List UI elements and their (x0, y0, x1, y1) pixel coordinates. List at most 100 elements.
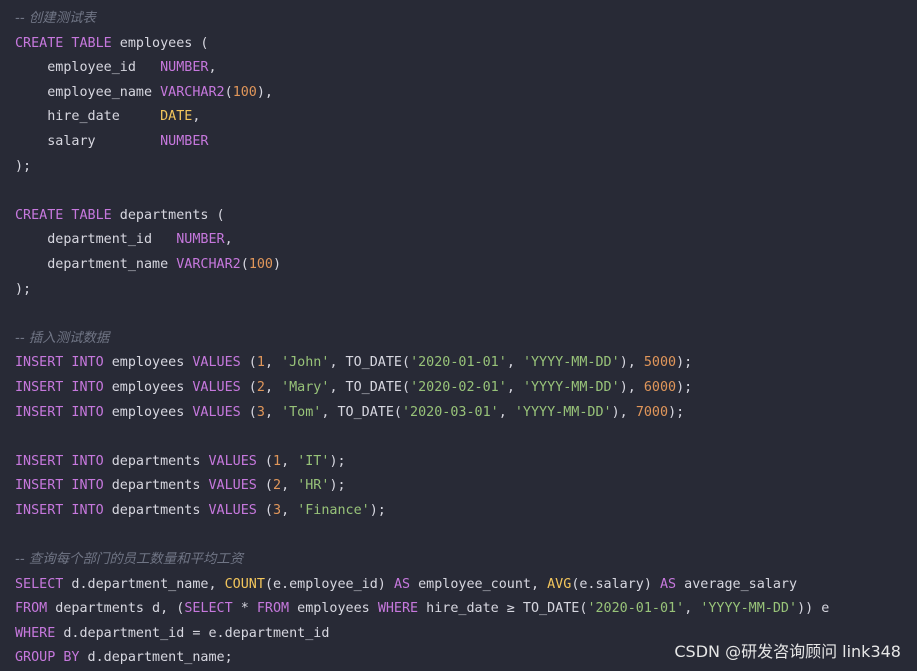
code-line: CREATE TABLE employees ( (15, 32, 829, 57)
identifier-token: average_salary (676, 576, 798, 592)
identifier-token: ); (369, 502, 386, 518)
number-literal-token: 7000 (635, 404, 669, 420)
identifier-token: departments ( (111, 207, 225, 223)
keyword-token: SELECT (184, 601, 233, 617)
identifier-token: ), (611, 404, 636, 420)
identifier-token: ) (273, 256, 282, 272)
identifier-token: , (192, 109, 201, 125)
identifier-token: employee_count, (410, 576, 548, 592)
keyword-token: FROM (15, 601, 48, 617)
keyword-token: VALUES (208, 478, 257, 494)
comment-token: -- 创建测试表 (15, 11, 96, 26)
keyword-token: VALUES (192, 404, 241, 420)
identifier-token: employees (103, 404, 193, 420)
identifier-token: d.department_name; (79, 650, 233, 666)
code-line: INSERT INTO departments VALUES (2, 'HR')… (15, 474, 829, 499)
identifier-token: ); (329, 453, 346, 469)
identifier-token: salary (15, 133, 161, 149)
code-line: employee_name VARCHAR2(100), (15, 81, 829, 106)
identifier-token: (e.employee_id) (264, 576, 394, 592)
string-literal-token: 'Mary' (281, 379, 330, 395)
code-line: ); (15, 278, 829, 303)
number-literal-token: 1 (273, 453, 282, 469)
identifier-token: ), (256, 84, 273, 100)
identifier-token: , (506, 355, 523, 371)
identifier-token: e (813, 601, 830, 617)
code-line: CREATE TABLE departments ( (15, 204, 829, 229)
keyword-token: NUMBER (160, 133, 209, 149)
identifier-token: ), (619, 379, 644, 395)
code-line: INSERT INTO employees VALUES (2, 'Mary',… (15, 376, 829, 401)
string-literal-token: 'YYYY-MM-DD' (514, 404, 612, 420)
identifier-token: (e.salary) (571, 576, 660, 592)
keyword-token: VALUES (192, 355, 241, 371)
string-literal-token: 'YYYY-MM-DD' (522, 355, 620, 371)
identifier-token: ( (256, 453, 273, 469)
identifier-token: , (281, 502, 298, 518)
number-literal-token: 1 (256, 355, 265, 371)
code-line: FROM departments d, (SELECT * FROM emplo… (15, 597, 829, 622)
identifier-token: ( (240, 355, 257, 371)
keyword-token: INSERT INTO (15, 453, 104, 469)
identifier-token: ( (224, 84, 233, 100)
identifier-token: d.department_id = e.department_id (55, 625, 330, 641)
identifier-token: department_id (15, 232, 177, 248)
code-line: SELECT d.department_name, COUNT(e.employ… (15, 573, 829, 598)
identifier-token: departments (103, 453, 209, 469)
identifier-token: employees (289, 601, 378, 617)
identifier-token: ); (15, 158, 32, 174)
string-literal-token: 'Finance' (297, 502, 370, 518)
identifier-token: , TO_DATE( (329, 379, 411, 395)
identifier-token: hire_date ≥ TO_DATE( (418, 601, 588, 617)
comment-token: -- 插入测试数据 (15, 330, 110, 346)
keyword-token: AS (660, 576, 677, 592)
string-literal-token: 'HR' (297, 478, 330, 494)
code-line: -- 创建测试表 (15, 7, 829, 32)
code-line: INSERT INTO departments VALUES (3, 'Fina… (15, 499, 829, 524)
keyword-token: VARCHAR2 (160, 84, 225, 100)
string-literal-token: '2020-01-01' (410, 355, 507, 371)
identifier-token: )) (797, 601, 814, 617)
identifier-token: , (281, 453, 298, 469)
function-token: DATE (160, 109, 193, 125)
keyword-token: NUMBER (176, 232, 225, 248)
identifier-token: , TO_DATE( (329, 355, 411, 371)
keyword-token: GROUP BY (15, 650, 80, 666)
code-editor[interactable]: -- 创建测试表 CREATE TABLE employees ( employe… (15, 7, 829, 671)
identifier-token: hire_date (15, 109, 161, 125)
code-line: department_name VARCHAR2(100) (15, 253, 829, 278)
code-line: INSERT INTO departments VALUES (1, 'IT')… (15, 450, 829, 475)
keyword-token: VARCHAR2 (176, 256, 241, 272)
code-line: department_id NUMBER, (15, 228, 829, 253)
identifier-token: ( (240, 256, 249, 272)
keyword-token: INSERT INTO (15, 502, 104, 518)
code-line: -- 查询每个部门的员工数量和平均工资 (15, 548, 829, 573)
number-literal-token: 5000 (643, 355, 677, 371)
identifier-token: , TO_DATE( (321, 404, 402, 420)
identifier-token: ( (256, 502, 273, 518)
string-literal-token: '2020-02-01' (410, 379, 507, 395)
identifier-token: employees ( (111, 35, 209, 51)
keyword-token: INSERT INTO (15, 355, 104, 371)
identifier-token: department_name (15, 256, 177, 272)
code-line: INSERT INTO employees VALUES (3, 'Tom', … (15, 401, 829, 426)
number-literal-token: 100 (232, 84, 257, 100)
code-line: INSERT INTO employees VALUES (1, 'John',… (15, 351, 829, 376)
keyword-token: CREATE TABLE (15, 35, 112, 51)
identifier-token: , (264, 379, 282, 395)
number-literal-token: 100 (248, 256, 273, 272)
code-line: hire_date DATE, (15, 105, 829, 130)
code-line: employee_id NUMBER, (15, 56, 829, 81)
identifier-token: employee_id (15, 60, 161, 76)
csdn-watermark: CSDN @研发咨询顾问 link348 (674, 642, 901, 661)
identifier-token: , (224, 232, 233, 248)
keyword-token: AS (393, 576, 411, 592)
identifier-token: ( (240, 404, 257, 420)
number-literal-token: 3 (256, 404, 265, 420)
comment-token: -- 查询每个部门的员工数量和平均工资 (15, 552, 244, 568)
keyword-token: SELECT (15, 576, 64, 592)
identifier-token: , (506, 379, 523, 395)
